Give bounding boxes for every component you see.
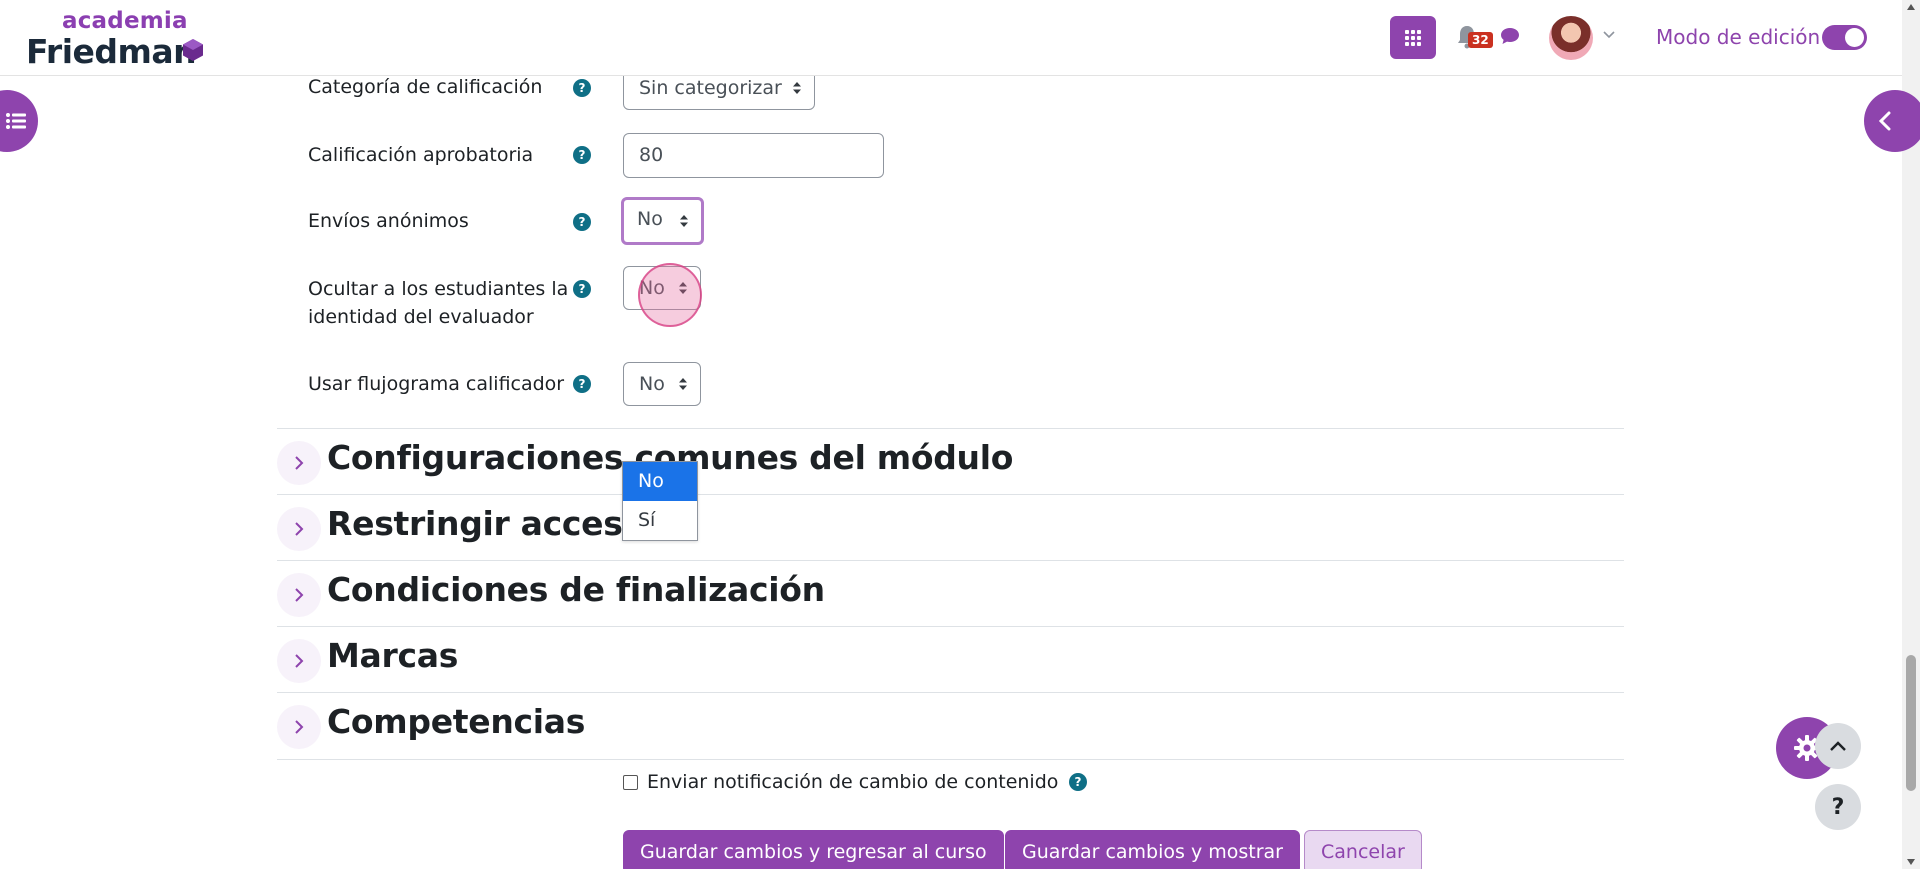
save-and-return-button[interactable]: Guardar cambios y regresar al curso xyxy=(623,830,1004,869)
cancel-button[interactable]: Cancelar xyxy=(1304,830,1422,869)
section-title: Competencias xyxy=(327,702,586,741)
select-arrows-icon xyxy=(793,82,801,94)
notify-change-checkbox[interactable] xyxy=(623,775,638,790)
expand-section-button[interactable] xyxy=(277,705,321,749)
section-common-module-settings[interactable]: Configuraciones comunes del módulo xyxy=(277,428,1624,494)
section-competencies[interactable]: Competencias xyxy=(277,692,1624,758)
scroll-up-arrow-icon[interactable] xyxy=(1907,4,1915,10)
marking-workflow-value: No xyxy=(639,373,665,395)
help-icon[interactable]: ? xyxy=(573,79,591,97)
anonymous-submissions-label: Envíos anónimos xyxy=(308,210,469,232)
passing-grade-label: Calificación aprobatoria xyxy=(308,144,534,166)
logo-bottom-text: Friedman xyxy=(26,32,197,71)
scroll-down-arrow-icon[interactable] xyxy=(1907,859,1915,865)
site-logo[interactable]: academia Friedman xyxy=(26,8,216,71)
click-indicator xyxy=(638,263,702,327)
help-icon[interactable]: ? xyxy=(573,280,591,298)
help-icon[interactable]: ? xyxy=(573,146,591,164)
anonymous-submissions-value: No xyxy=(637,208,663,230)
passing-grade-input[interactable]: 80 xyxy=(623,133,884,178)
course-index-drawer-button[interactable] xyxy=(0,90,38,152)
dropdown-option-yes[interactable]: Sí xyxy=(623,501,697,540)
edit-mode-label: Modo de edición xyxy=(1656,25,1821,49)
hide-grader-label-line1: Ocultar a los estudiantes la xyxy=(308,278,569,300)
edit-mode-toggle[interactable] xyxy=(1822,25,1867,50)
expand-section-button[interactable] xyxy=(277,441,321,485)
anonymous-submissions-select[interactable]: No xyxy=(621,197,704,245)
toggle-knob xyxy=(1845,28,1864,47)
grade-category-label: Categoría de calificación xyxy=(308,76,543,98)
help-icon[interactable]: ? xyxy=(573,375,591,393)
expand-section-button[interactable] xyxy=(277,639,321,683)
notification-count-badge: 32 xyxy=(1468,32,1493,48)
expand-section-button[interactable] xyxy=(277,573,321,617)
grid-icon xyxy=(1405,29,1421,46)
marking-workflow-label: Usar flujograma calificador xyxy=(308,373,565,395)
logo-top-text: academia xyxy=(62,8,188,34)
section-restrict-access[interactable]: Restringir acceso xyxy=(277,494,1624,560)
section-completion-conditions[interactable]: Condiciones de finalización xyxy=(277,560,1624,626)
top-navbar: academia Friedman 32 Modo de edición xyxy=(0,0,1902,76)
scroll-to-top-button[interactable] xyxy=(1815,723,1861,769)
chevron-left-icon xyxy=(1878,111,1891,131)
block-drawer-button[interactable] xyxy=(1864,90,1920,152)
dropdown-option-no[interactable]: No xyxy=(623,462,697,501)
section-title: Restringir acceso xyxy=(327,504,645,543)
messages-icon[interactable] xyxy=(1500,27,1520,45)
save-and-display-button[interactable]: Guardar cambios y mostrar xyxy=(1005,830,1300,869)
section-title: Condiciones de finalización xyxy=(327,570,825,609)
chevron-right-icon xyxy=(295,456,304,470)
select-arrows-icon xyxy=(679,378,687,390)
chevron-right-icon xyxy=(295,522,304,536)
help-fab[interactable]: ? xyxy=(1815,784,1861,830)
select-dropdown-menu: No Sí xyxy=(622,461,698,541)
chevron-right-icon xyxy=(295,588,304,602)
chevron-down-icon[interactable] xyxy=(1603,31,1615,39)
section-tags[interactable]: Marcas xyxy=(277,626,1624,692)
marking-workflow-select[interactable]: No xyxy=(623,362,701,406)
list-icon xyxy=(6,113,26,129)
hide-grader-label-line2: identidad del evaluador xyxy=(308,306,534,328)
section-title: Marcas xyxy=(327,636,459,675)
help-icon[interactable]: ? xyxy=(1069,773,1087,791)
help-icon[interactable]: ? xyxy=(573,213,591,231)
chevron-up-icon xyxy=(1830,741,1846,751)
chevron-right-icon xyxy=(295,720,304,734)
grade-category-value: Sin categorizar xyxy=(639,77,782,99)
select-arrows-icon xyxy=(680,215,688,227)
expand-section-button[interactable] xyxy=(277,507,321,551)
notify-change-label: Enviar notificación de cambio de conteni… xyxy=(647,771,1059,793)
logo-hexagon-icon xyxy=(183,39,203,61)
app-grid-button[interactable] xyxy=(1390,16,1436,59)
section-divider xyxy=(277,759,1624,760)
user-avatar[interactable] xyxy=(1549,16,1593,60)
chevron-right-icon xyxy=(295,654,304,668)
scrollbar-thumb[interactable] xyxy=(1906,655,1916,791)
